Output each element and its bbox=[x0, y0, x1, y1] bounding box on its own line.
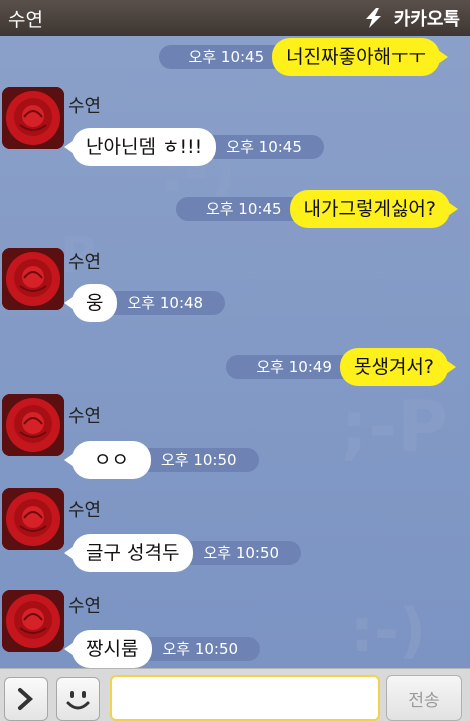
expand-button[interactable] bbox=[4, 677, 48, 721]
message-time: 오후 10:50 bbox=[136, 448, 259, 472]
message-row-incoming: 짱시룸 오후 10:50 bbox=[63, 630, 261, 668]
message-time: 오후 10:50 bbox=[179, 541, 302, 565]
message-time: 오후 10:49 bbox=[226, 355, 354, 379]
message-time: 오후 10:45 bbox=[158, 45, 287, 69]
rose-avatar-image bbox=[2, 488, 64, 550]
message-input[interactable] bbox=[110, 675, 380, 721]
rose-avatar-image bbox=[2, 394, 64, 456]
message-bubble-outgoing[interactable]: 너진짜좋아해ㅜㅜ bbox=[272, 38, 448, 76]
watermark-emoticon: ;-P bbox=[340, 386, 449, 468]
message-time: 오후 10:45 bbox=[202, 135, 324, 159]
avatar[interactable] bbox=[2, 488, 64, 550]
input-bar: 전송 bbox=[0, 668, 470, 721]
message-row-outgoing: 오후 10:45 너진짜좋아해ㅜㅜ bbox=[158, 38, 448, 76]
avatar[interactable] bbox=[2, 87, 64, 149]
smiley-icon bbox=[66, 691, 90, 710]
message-bubble-incoming[interactable]: 웅 bbox=[63, 284, 118, 322]
message-row-outgoing: 오후 10:49 못생겨서? bbox=[226, 348, 457, 386]
send-button[interactable]: 전송 bbox=[386, 675, 462, 721]
sender-name: 수연 bbox=[68, 406, 102, 427]
sender-name: 수연 bbox=[68, 96, 102, 117]
message-bubble-outgoing[interactable]: 내가그렇게싫어? bbox=[289, 190, 459, 228]
sender-name: 수연 bbox=[68, 596, 102, 617]
title-bar: 수연 카카오톡 bbox=[0, 0, 470, 36]
message-row-incoming: 글구 성격두 오후 10:50 bbox=[63, 534, 302, 572]
brand: 카카오톡 bbox=[360, 5, 460, 31]
kakaotalk-logo-icon bbox=[365, 8, 381, 28]
message-bubble-incoming[interactable]: 짱시룸 bbox=[63, 630, 153, 668]
message-row-incoming: ㅇㅇ 오후 10:50 bbox=[64, 441, 259, 479]
rose-avatar-image bbox=[2, 87, 64, 149]
message-time: 오후 10:45 bbox=[175, 197, 304, 221]
message-bubble-incoming[interactable]: ㅇㅇ bbox=[64, 441, 151, 479]
message-bubble-outgoing[interactable]: 못생겨서? bbox=[339, 348, 457, 386]
chevron-right-icon bbox=[18, 688, 33, 710]
message-bubble-incoming[interactable]: 난아닌뎀 ㅎ!!! bbox=[63, 128, 217, 166]
brand-label: 카카오톡 bbox=[393, 9, 460, 30]
watermark-emoticon: :-) bbox=[350, 596, 427, 666]
rose-avatar-image bbox=[2, 248, 64, 310]
avatar[interactable] bbox=[2, 590, 64, 652]
avatar[interactable] bbox=[2, 248, 64, 310]
message-row-outgoing: 오후 10:45 내가그렇게싫어? bbox=[175, 190, 459, 228]
sender-name: 수연 bbox=[68, 500, 102, 521]
kakaotalk-chat-window: 수연 카카오톡 ;-P :-) :-) P 오후 10:45 너진짜좋아해ㅜㅜ bbox=[0, 0, 470, 721]
message-time: 오후 10:50 bbox=[138, 637, 261, 661]
message-row-incoming: 난아닌뎀 ㅎ!!! 오후 10:45 bbox=[63, 128, 324, 166]
sender-name: 수연 bbox=[68, 252, 102, 273]
contact-name: 수연 bbox=[8, 8, 43, 31]
message-row-incoming: 웅 오후 10:48 bbox=[63, 284, 226, 322]
rose-avatar-image bbox=[2, 590, 64, 652]
avatar[interactable] bbox=[2, 394, 64, 456]
message-time: 오후 10:48 bbox=[103, 291, 226, 315]
chat-area[interactable]: ;-P :-) :-) P 오후 10:45 너진짜좋아해ㅜㅜ 수연 난아닌뎀 … bbox=[0, 36, 470, 668]
emoticon-button[interactable] bbox=[56, 677, 100, 721]
message-bubble-incoming[interactable]: 글구 성격두 bbox=[63, 534, 194, 572]
